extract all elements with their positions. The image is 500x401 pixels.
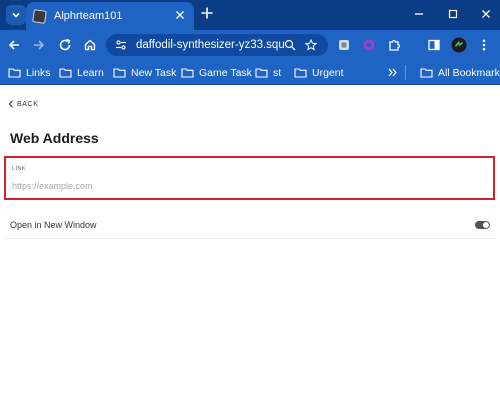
all-bookmarks-label: All Bookmarks [438,66,500,79]
folder-icon [59,68,72,78]
bookmark-folder-game-task[interactable]: Game Task [181,65,252,80]
folder-icon [294,68,307,78]
bookmark-label: New Task [131,66,177,79]
side-panel-icon[interactable] [426,37,442,53]
address-bar-url: daffodil-synthesizer-yz33.squ... [136,39,286,51]
link-input[interactable] [12,179,482,193]
tab-search-button[interactable] [6,5,26,25]
toggle-knob [483,222,489,228]
page-title: Web Address [10,130,99,146]
bookmark-folder-links[interactable]: Links [8,65,51,80]
extension-icon[interactable] [336,37,352,53]
bookmark-label: Game Task [199,66,252,79]
browser-toolbar: daffodil-synthesizer-yz33.squ... [0,30,500,60]
bookmarks-divider [405,65,406,80]
zoom-icon[interactable] [284,39,296,51]
all-bookmarks-folder[interactable]: All Bookmarks [420,65,500,80]
site-info-icon[interactable] [115,39,127,51]
maximize-icon[interactable] [445,6,461,22]
page-content: BACK Web Address LINK Open in New Window [0,86,500,401]
bookmarks-overflow-chevron-icon[interactable] [387,65,403,80]
folder-icon [113,68,126,78]
link-field-label: LINK [12,166,26,172]
tab-title: Alphrteam101 [54,10,123,22]
address-bar[interactable]: daffodil-synthesizer-yz33.squ... [106,34,328,56]
home-icon[interactable] [82,37,98,53]
minimize-icon[interactable] [411,6,427,22]
close-icon[interactable] [173,8,187,22]
profile-avatar-icon[interactable] [451,37,467,53]
folder-icon [420,68,433,78]
folder-icon [255,68,268,78]
bookmarks-bar: Links Learn New Task Game Task st Urgent… [0,60,500,85]
new-window-row: Open in New Window [4,215,495,239]
bookmark-folder-st[interactable]: st [255,65,281,80]
folder-icon [8,68,21,78]
more-options-icon[interactable] [476,37,492,53]
bookmark-star-icon[interactable] [305,39,317,51]
bookmark-label: Links [26,66,51,79]
chevron-left-icon [8,100,13,108]
back-button[interactable]: BACK [8,100,38,108]
bookmark-folder-learn[interactable]: Learn [59,65,104,80]
bookmark-folder-new-task[interactable]: New Task [113,65,176,80]
browser-tab-active[interactable]: Alphrteam101 [26,2,194,30]
link-field-container: LINK [4,156,495,200]
extensions-puzzle-icon[interactable] [386,37,402,53]
back-label: BACK [17,100,39,108]
back-arrow-icon[interactable] [6,37,22,53]
bookmark-label: Learn [77,66,104,79]
chevron-down-icon [12,12,20,18]
new-tab-plus-icon[interactable] [200,6,214,20]
window-close-icon[interactable] [478,6,494,22]
browser-tab-strip: Alphrteam101 [0,0,500,30]
folder-icon [181,68,194,78]
bookmark-label: st [273,66,282,79]
reload-icon[interactable] [57,37,73,53]
bookmark-label: Urgent [312,66,344,79]
extension-purple-icon[interactable] [361,37,377,53]
new-window-toggle[interactable] [475,221,490,229]
new-window-label: Open in New Window [10,220,97,230]
forward-arrow-icon[interactable] [31,37,47,53]
bookmark-folder-urgent[interactable]: Urgent [294,65,344,80]
site-favicon-icon [32,8,47,24]
